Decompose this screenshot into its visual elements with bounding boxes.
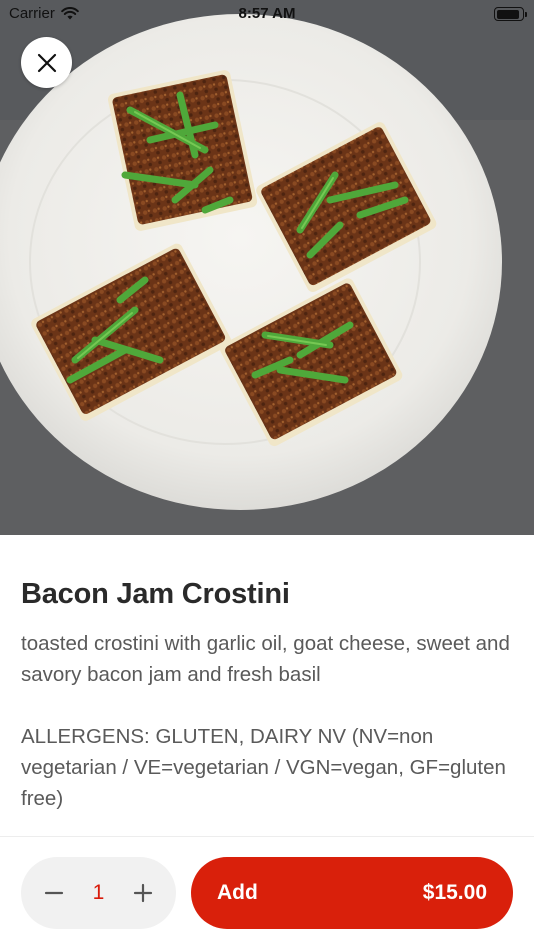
decrement-button[interactable] <box>43 882 65 904</box>
close-icon <box>37 53 56 72</box>
increment-button[interactable] <box>132 882 154 904</box>
quantity-value: 1 <box>92 881 105 904</box>
battery-icon <box>494 7 527 21</box>
add-button-price: $15.00 <box>422 881 487 904</box>
add-button-label: Add <box>217 881 258 904</box>
battery-level <box>496 9 519 19</box>
status-bar: Carrier 8:57 AM <box>0 0 534 28</box>
add-to-cart-button[interactable]: Add $15.00 <box>191 857 513 929</box>
minus-icon <box>44 891 64 895</box>
quantity-stepper: 1 <box>21 857 176 929</box>
close-button[interactable] <box>21 37 72 88</box>
food-photo-icon <box>0 0 534 535</box>
item-allergens: ALLERGENS: GLUTEN, DAIRY NV (NV=non vege… <box>21 725 506 810</box>
item-description: toasted crostini with garlic oil, goat c… <box>21 632 510 686</box>
hero-food-image <box>0 0 534 535</box>
status-time: 8:57 AM <box>238 5 296 22</box>
item-title: Bacon Jam Crostini <box>21 578 290 610</box>
divider <box>0 836 534 837</box>
plus-icon <box>133 883 153 903</box>
